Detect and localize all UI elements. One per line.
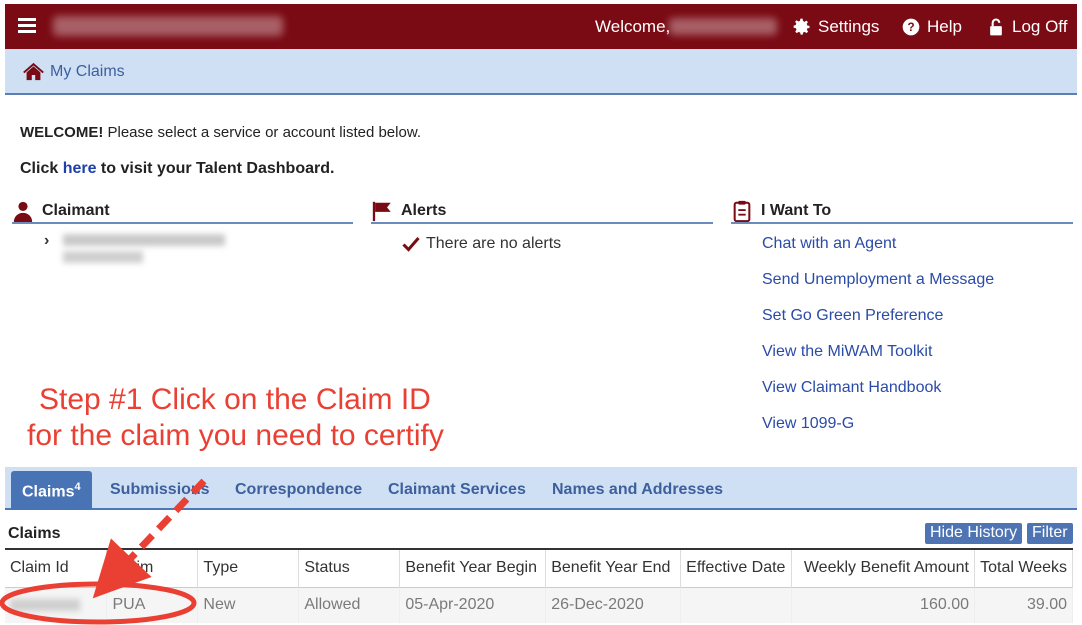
claim-id-cell[interactable] (5, 586, 108, 623)
settings-link[interactable]: Settings (792, 17, 879, 37)
settings-label: Settings (818, 17, 880, 36)
welcome-bold: WELCOME! (20, 124, 104, 141)
effective-cell (680, 586, 793, 623)
total-weeks-cell: 39.00 (974, 586, 1074, 623)
tab-names-addresses[interactable]: Names and Addresses (552, 481, 723, 499)
alerts-section-header: Alerts (371, 199, 713, 224)
col-weekly-amount[interactable]: Weekly Benefit Amount (791, 548, 975, 587)
welcome-name-redacted (669, 18, 777, 35)
welcome-message: WELCOME! Please select a service or acco… (20, 124, 421, 141)
tab-bar: Claims4 Submissions Correspondence Claim… (5, 467, 1077, 510)
talent-prefix: Click (20, 160, 63, 177)
status-cell: Allowed (298, 586, 401, 623)
toolkit-link[interactable]: View the MiWAM Toolkit (762, 343, 932, 361)
no-alerts-message: There are no alerts (402, 235, 561, 253)
talent-dashboard-link[interactable]: here (63, 160, 97, 177)
col-claim-id[interactable]: Claim Id (5, 548, 108, 587)
col-total-weeks[interactable]: Total Weeks (974, 548, 1074, 587)
svg-text:?: ? (907, 21, 914, 34)
col-benefit-begin[interactable]: Benefit Year Begin (399, 548, 547, 587)
chevron-right-icon[interactable]: › (44, 232, 49, 250)
breadcrumb-label: My Claims (50, 62, 125, 80)
send-message-link[interactable]: Send Unemployment a Message (762, 271, 994, 289)
checkmark-icon (402, 237, 420, 252)
breadcrumb[interactable]: My Claims (23, 62, 125, 81)
tab-claims-label: Claims (22, 483, 75, 501)
weekly-amount-cell: 160.00 (791, 586, 975, 623)
claim-cell: PUA (106, 586, 199, 623)
annotation-line-1: Step #1 Click on the Claim ID (39, 383, 431, 416)
user-name-redacted (53, 16, 283, 36)
claims-panel-title: Claims (8, 525, 61, 542)
tab-submissions[interactable]: Submissions (110, 481, 210, 499)
claimant-id-redacted (63, 251, 143, 263)
filter-button[interactable]: Filter (1027, 523, 1073, 544)
help-icon: ? (902, 18, 920, 36)
menu-icon[interactable] (18, 18, 36, 34)
logoff-label: Log Off (1012, 17, 1068, 36)
logoff-link[interactable]: Log Off (986, 17, 1067, 37)
handbook-link[interactable]: View Claimant Handbook (762, 379, 941, 397)
no-alerts-text: There are no alerts (426, 235, 562, 252)
table-row[interactable]: PUA New Allowed 05-Apr-2020 26-Dec-2020 … (5, 586, 1074, 623)
breadcrumb-bar: My Claims (5, 49, 1077, 95)
annotation-line-2: for the claim you need to certify (27, 419, 444, 452)
go-green-link[interactable]: Set Go Green Preference (762, 307, 943, 325)
flag-icon (372, 201, 391, 221)
clipboard-icon (733, 200, 751, 222)
col-benefit-end[interactable]: Benefit Year End (545, 548, 682, 587)
table-header-row: Claim Id Claim Type Status Benefit Year … (5, 548, 1074, 587)
chat-agent-link[interactable]: Chat with an Agent (762, 235, 896, 253)
want-section-header: I Want To (731, 199, 1073, 224)
col-type[interactable]: Type (197, 548, 300, 587)
col-effective-date[interactable]: Effective Date (680, 548, 793, 587)
alerts-heading: Alerts (401, 201, 447, 219)
hide-history-button[interactable]: Hide History (925, 523, 1023, 544)
home-icon (23, 62, 44, 81)
begin-cell: 05-Apr-2020 (399, 586, 547, 623)
col-status[interactable]: Status (298, 548, 401, 587)
top-bar: Welcome, Settings ? Help Log Off (5, 4, 1077, 49)
lock-icon (990, 18, 1002, 36)
welcome-label: Welcome, (595, 17, 671, 36)
type-cell: New (197, 586, 300, 623)
claimant-section-header: Claimant (12, 199, 353, 224)
welcome-text: Please select a service or account liste… (103, 124, 421, 141)
col-claim[interactable]: Claim (106, 548, 199, 587)
gear-icon (793, 18, 810, 35)
tab-correspondence[interactable]: Correspondence (235, 481, 362, 499)
1099g-link[interactable]: View 1099-G (762, 415, 854, 433)
tab-claims[interactable]: Claims4 (11, 471, 92, 510)
end-cell: 26-Dec-2020 (545, 586, 682, 623)
claims-count-badge: 4 (74, 481, 81, 493)
claimant-name-redacted (63, 234, 225, 246)
talent-dashboard-line: Click here to visit your Talent Dashboar… (20, 160, 334, 178)
claims-table: Claim Id Claim Type Status Benefit Year … (5, 548, 1074, 623)
help-label: Help (927, 17, 962, 36)
tab-claimant-services[interactable]: Claimant Services (388, 481, 526, 499)
person-icon (13, 201, 33, 222)
talent-suffix: to visit your Talent Dashboard. (96, 160, 335, 177)
claimant-heading: Claimant (42, 201, 110, 219)
help-link[interactable]: ? Help (901, 17, 962, 37)
claim-id-redacted[interactable] (10, 599, 80, 612)
want-heading: I Want To (761, 201, 832, 219)
